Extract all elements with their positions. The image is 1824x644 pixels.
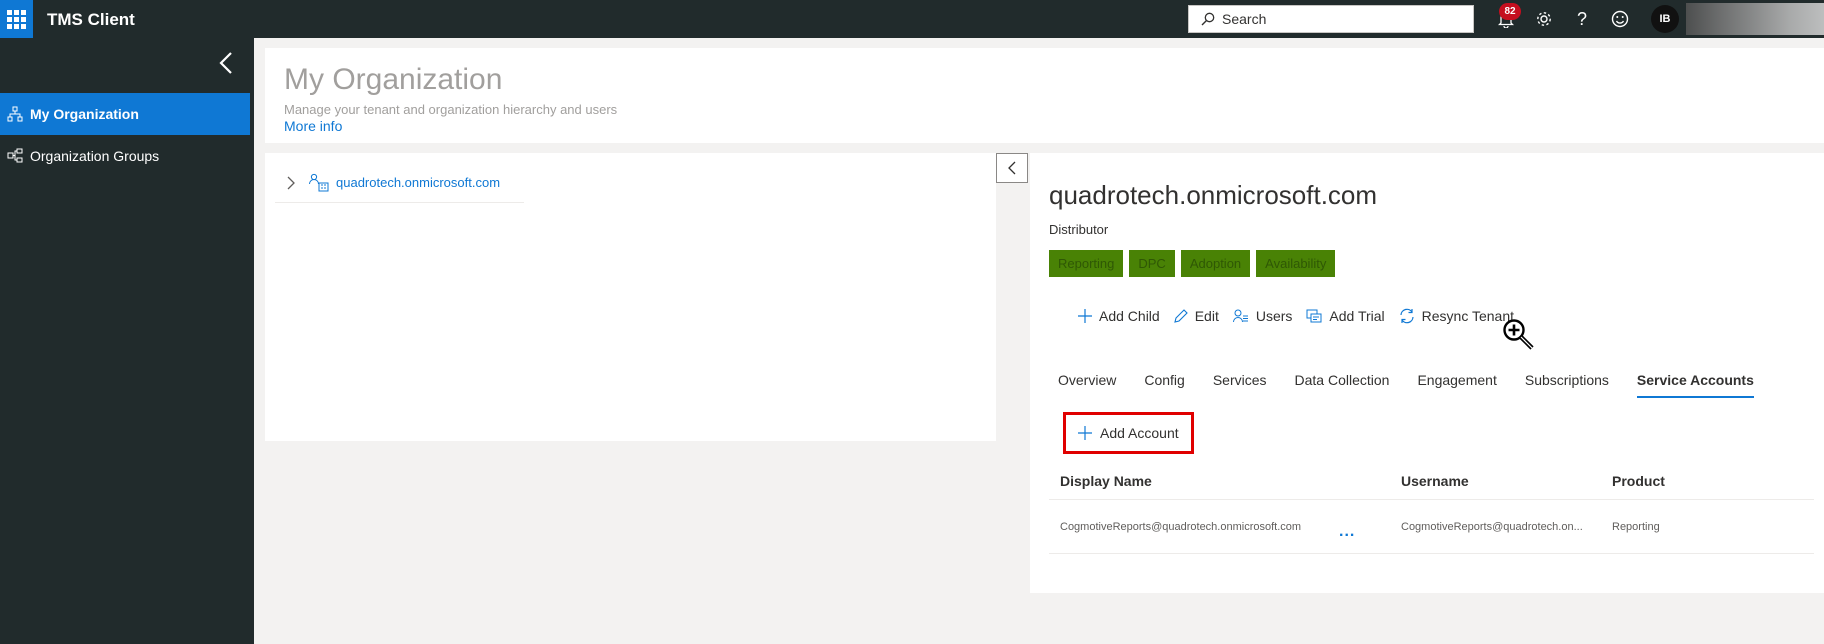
smiley-icon	[1611, 10, 1629, 28]
column-header-username[interactable]: Username	[1401, 473, 1469, 489]
add-account-label: Add Account	[1100, 425, 1179, 441]
pencil-icon	[1173, 309, 1188, 323]
help-button[interactable]: ?	[1571, 8, 1593, 30]
top-bar: TMS Client 82 ? IB	[0, 0, 1824, 38]
tree-node-label[interactable]: quadrotech.onmicrosoft.com	[336, 175, 500, 190]
question-icon: ?	[1576, 8, 1587, 29]
column-header-product[interactable]: Product	[1612, 473, 1665, 489]
chevron-left-icon	[1008, 161, 1016, 175]
tab-engagement[interactable]: Engagement	[1417, 372, 1496, 398]
tag-dpc: DPC	[1129, 250, 1175, 277]
command-bar: Add Child Edit Users Add Trial Resync Te…	[1078, 308, 1528, 324]
cell-product: Reporting	[1612, 520, 1660, 533]
table-row[interactable]: CogmotiveReports@quadrotech.onmicrosoft.…	[1049, 500, 1814, 554]
plus-icon	[1078, 426, 1092, 440]
search-input[interactable]	[1222, 11, 1462, 27]
organization-icon	[308, 173, 330, 193]
org-tree-panel: quadrotech.onmicrosoft.com	[265, 153, 996, 441]
app-title[interactable]: TMS Client	[47, 10, 135, 30]
org-tree-icon	[7, 106, 29, 122]
app-launcher-button[interactable]	[0, 0, 33, 38]
edit-label: Edit	[1194, 308, 1219, 324]
page-subtitle: Manage your tenant and organization hier…	[284, 102, 618, 117]
sidebar-item-label: My Organization	[30, 106, 139, 122]
tag-adoption: Adoption	[1180, 250, 1251, 277]
sidebar-item-organization-groups[interactable]: Organization Groups	[0, 135, 250, 177]
table-header: Display Name Username Product	[1049, 462, 1814, 500]
add-account-button[interactable]: Add Account	[1063, 412, 1194, 454]
service-accounts-table: Display Name Username Product CogmotiveR…	[1049, 462, 1814, 554]
plus-icon	[1078, 309, 1092, 323]
add-child-button[interactable]: Add Child	[1078, 308, 1160, 324]
users-button[interactable]: Users	[1232, 308, 1293, 324]
chevron-left-icon	[219, 52, 232, 74]
tab-data-collection[interactable]: Data Collection	[1295, 372, 1390, 398]
edit-button[interactable]: Edit	[1173, 308, 1219, 324]
tenant-detail-panel: quadrotech.onmicrosoft.com Distributor R…	[1030, 153, 1824, 593]
sidebar-item-my-organization[interactable]: My Organization	[0, 93, 250, 135]
feedback-button[interactable]	[1609, 8, 1631, 30]
search-box[interactable]	[1188, 5, 1474, 33]
search-icon	[1201, 12, 1215, 26]
gear-icon	[1537, 12, 1551, 26]
trial-icon	[1306, 309, 1322, 323]
tenant-title: quadrotech.onmicrosoft.com	[1049, 180, 1378, 210]
tab-overview[interactable]: Overview	[1058, 372, 1116, 398]
sidebar-collapse-button[interactable]	[214, 49, 238, 77]
users-icon	[1232, 309, 1248, 323]
waffle-icon	[7, 9, 26, 29]
column-header-display-name[interactable]: Display Name	[1060, 473, 1152, 489]
cell-username: CogmotiveReports@quadrotech.on...	[1401, 520, 1583, 533]
tree-panel-collapse-button[interactable]	[996, 153, 1028, 183]
add-child-label: Add Child	[1099, 308, 1160, 324]
cell-display-name: CogmotiveReports@quadrotech.onmicrosoft.…	[1060, 520, 1302, 533]
users-label: Users	[1255, 308, 1293, 324]
sidebar-item-label: Organization Groups	[30, 148, 160, 164]
user-avatar[interactable]: IB	[1651, 5, 1679, 33]
page-header: My Organization Manage your tenant and o…	[265, 48, 1824, 143]
add-trial-label: Add Trial	[1329, 308, 1385, 324]
page-title: My Organization	[284, 63, 503, 96]
resync-tenant-label: Resync Tenant	[1421, 308, 1514, 324]
org-groups-icon	[7, 148, 29, 164]
add-trial-button[interactable]: Add Trial	[1306, 308, 1385, 324]
tag-availability: Availability	[1256, 250, 1336, 277]
notification-count-badge: 82	[1499, 3, 1521, 20]
service-tags: Reporting DPC Adoption Availability	[1049, 250, 1341, 277]
sidebar: My Organization Organization Groups	[0, 38, 254, 644]
sync-icon	[1400, 308, 1414, 324]
tenant-tabs: Overview Config Services Data Collection…	[1058, 372, 1782, 398]
resync-tenant-button[interactable]: Resync Tenant	[1399, 308, 1514, 324]
tag-reporting: Reporting	[1049, 250, 1124, 277]
tab-subscriptions[interactable]: Subscriptions	[1525, 372, 1609, 398]
more-actions-button[interactable]: ...	[1339, 523, 1355, 541]
tenant-type: Distributor	[1049, 222, 1109, 237]
settings-button[interactable]	[1533, 8, 1555, 30]
user-name-redacted	[1686, 3, 1824, 35]
tab-services[interactable]: Services	[1213, 372, 1267, 398]
tree-node[interactable]: quadrotech.onmicrosoft.com	[275, 163, 524, 203]
tab-config[interactable]: Config	[1144, 372, 1184, 398]
more-info-link[interactable]: More info	[284, 118, 342, 134]
chevron-right-icon[interactable]	[286, 175, 296, 191]
tab-service-accounts[interactable]: Service Accounts	[1636, 372, 1754, 398]
zoom-cursor-icon	[1503, 319, 1534, 350]
